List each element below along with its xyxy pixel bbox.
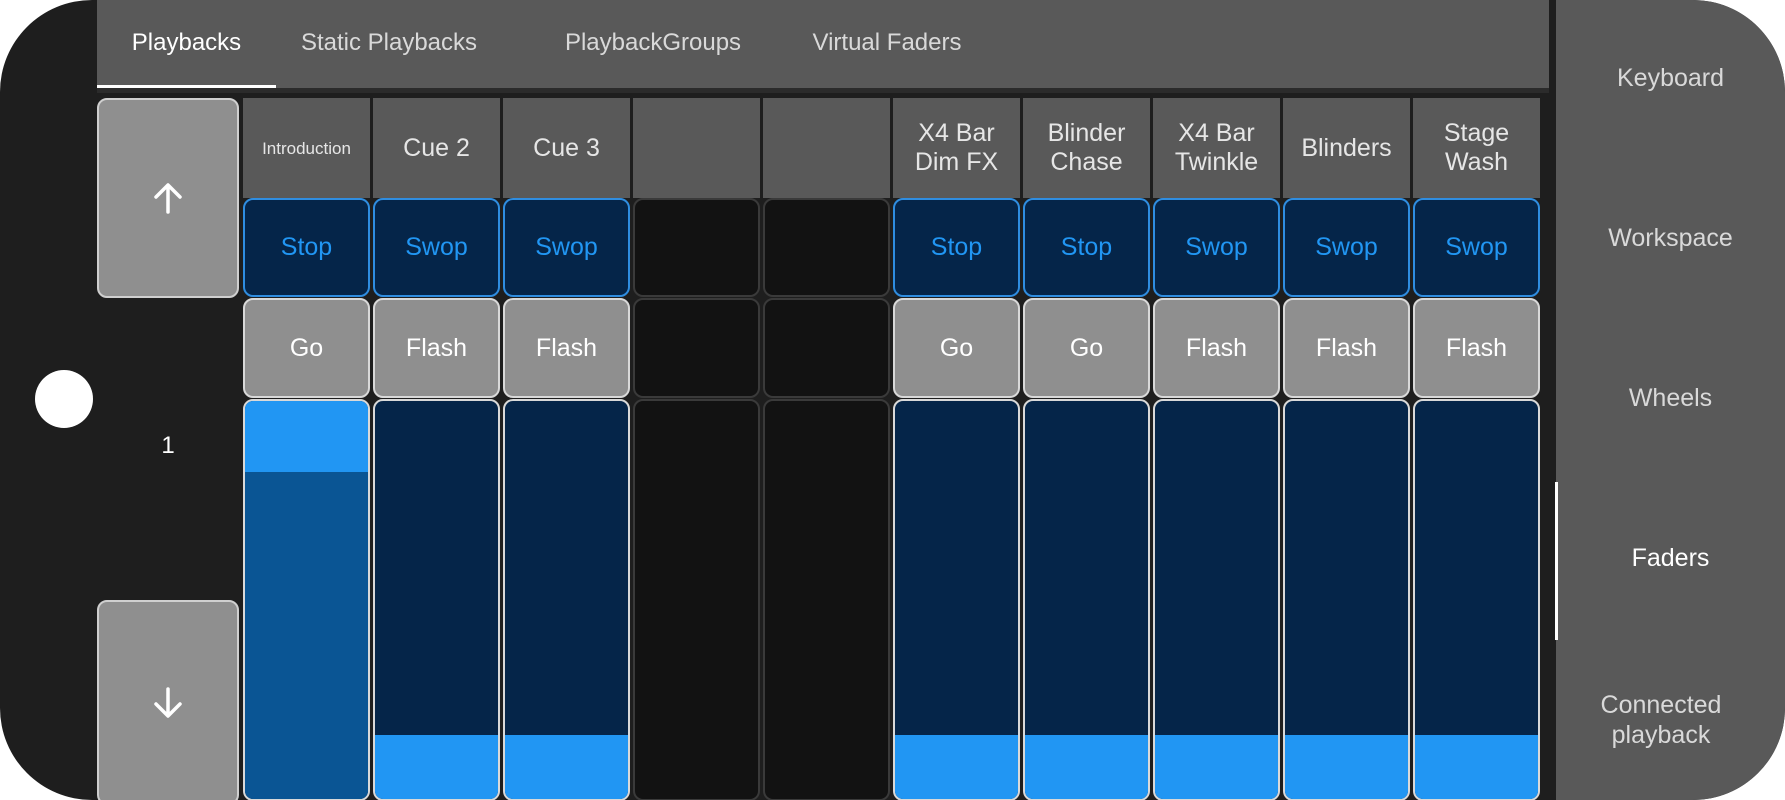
playback-fader[interactable] [893,399,1020,800]
page-down-button[interactable] [97,600,239,800]
empty-button-slot [633,298,760,398]
playback-go-button[interactable]: Go [1023,298,1150,398]
playback-stop-button[interactable]: Stop [1023,198,1150,297]
playback-flash-button[interactable]: Flash [1283,298,1410,398]
playback-stop-button[interactable]: Stop [893,198,1020,297]
playback-fader[interactable] [503,399,630,800]
playback-title: Cue 3 [503,98,630,198]
playback-fader[interactable] [243,399,370,800]
tab-playbacks[interactable]: Playbacks [97,0,276,88]
sidebar-item-keyboard[interactable]: Keyboard [1556,64,1785,93]
tab-playback-groups[interactable]: PlaybackGroups [549,0,757,88]
fader-level-fill [1025,735,1148,799]
page-up-button[interactable] [97,98,239,298]
arrow-up-icon [154,183,182,214]
sidebar: Keyboard Workspace Wheels Faders Connect… [1556,0,1785,800]
playback-title: X4 Bar Twinkle [1153,98,1280,198]
playback-go-button[interactable]: Go [893,298,1020,398]
fader-level-fill [505,735,628,799]
playback-title: X4 Bar Dim FX [893,98,1020,198]
fader-level-fill [245,472,368,799]
playback-swop-button[interactable]: Swop [503,198,630,297]
fader-handle[interactable] [245,401,368,472]
main-area: Playbacks Static Playbacks PlaybackGroup… [97,0,1549,800]
playback-fader[interactable] [1153,399,1280,800]
playback-title-empty [763,98,890,198]
playback-fader[interactable] [1413,399,1540,800]
playback-fader[interactable] [1283,399,1410,800]
tab-bar: Playbacks Static Playbacks PlaybackGroup… [97,0,1549,88]
playback-flash-button[interactable]: Flash [1153,298,1280,398]
playback-title: Cue 2 [373,98,500,198]
empty-button-slot [763,298,890,398]
sidebar-item-connected-playback[interactable]: Connected playback [1556,690,1766,750]
playback-title: Introduction [243,98,370,198]
empty-fader-slot [633,399,760,800]
fader-level-fill [1285,735,1408,799]
empty-fader-slot [763,399,890,800]
fader-level-fill [1415,735,1538,799]
empty-button-slot [763,198,890,297]
arrow-down-icon [154,686,182,718]
camera-cutout [35,370,93,428]
playback-stop-button[interactable]: Stop [243,198,370,297]
fader-level-fill [895,735,1018,799]
playback-title: Blinder Chase [1023,98,1150,198]
sidebar-active-indicator [1555,482,1558,640]
fader-level-fill [375,735,498,799]
playback-swop-button[interactable]: Swop [1153,198,1280,297]
playback-swop-button[interactable]: Swop [1283,198,1410,297]
empty-button-slot [633,198,760,297]
page-number: 1 [161,432,175,459]
playback-flash-button[interactable]: Flash [503,298,630,398]
tab-virtual-faders[interactable]: Virtual Faders [787,0,987,88]
fader-level-fill [1155,735,1278,799]
tab-static-playbacks[interactable]: Static Playbacks [278,0,500,88]
playback-fader[interactable] [1023,399,1150,800]
playback-go-button[interactable]: Go [243,298,370,398]
sidebar-item-workspace[interactable]: Workspace [1556,224,1785,253]
playback-flash-button[interactable]: Flash [373,298,500,398]
playback-title: Blinders [1283,98,1410,198]
tab-bar-divider [97,88,1549,93]
sidebar-item-wheels[interactable]: Wheels [1556,384,1785,413]
phone-frame: Playbacks Static Playbacks PlaybackGroup… [0,0,1785,800]
playback-swop-button[interactable]: Swop [1413,198,1540,297]
playback-title: Stage Wash [1413,98,1540,198]
playback-fader[interactable] [373,399,500,800]
playback-title-empty [633,98,760,198]
playback-swop-button[interactable]: Swop [373,198,500,297]
playback-flash-button[interactable]: Flash [1413,298,1540,398]
sidebar-item-faders[interactable]: Faders [1556,544,1785,573]
